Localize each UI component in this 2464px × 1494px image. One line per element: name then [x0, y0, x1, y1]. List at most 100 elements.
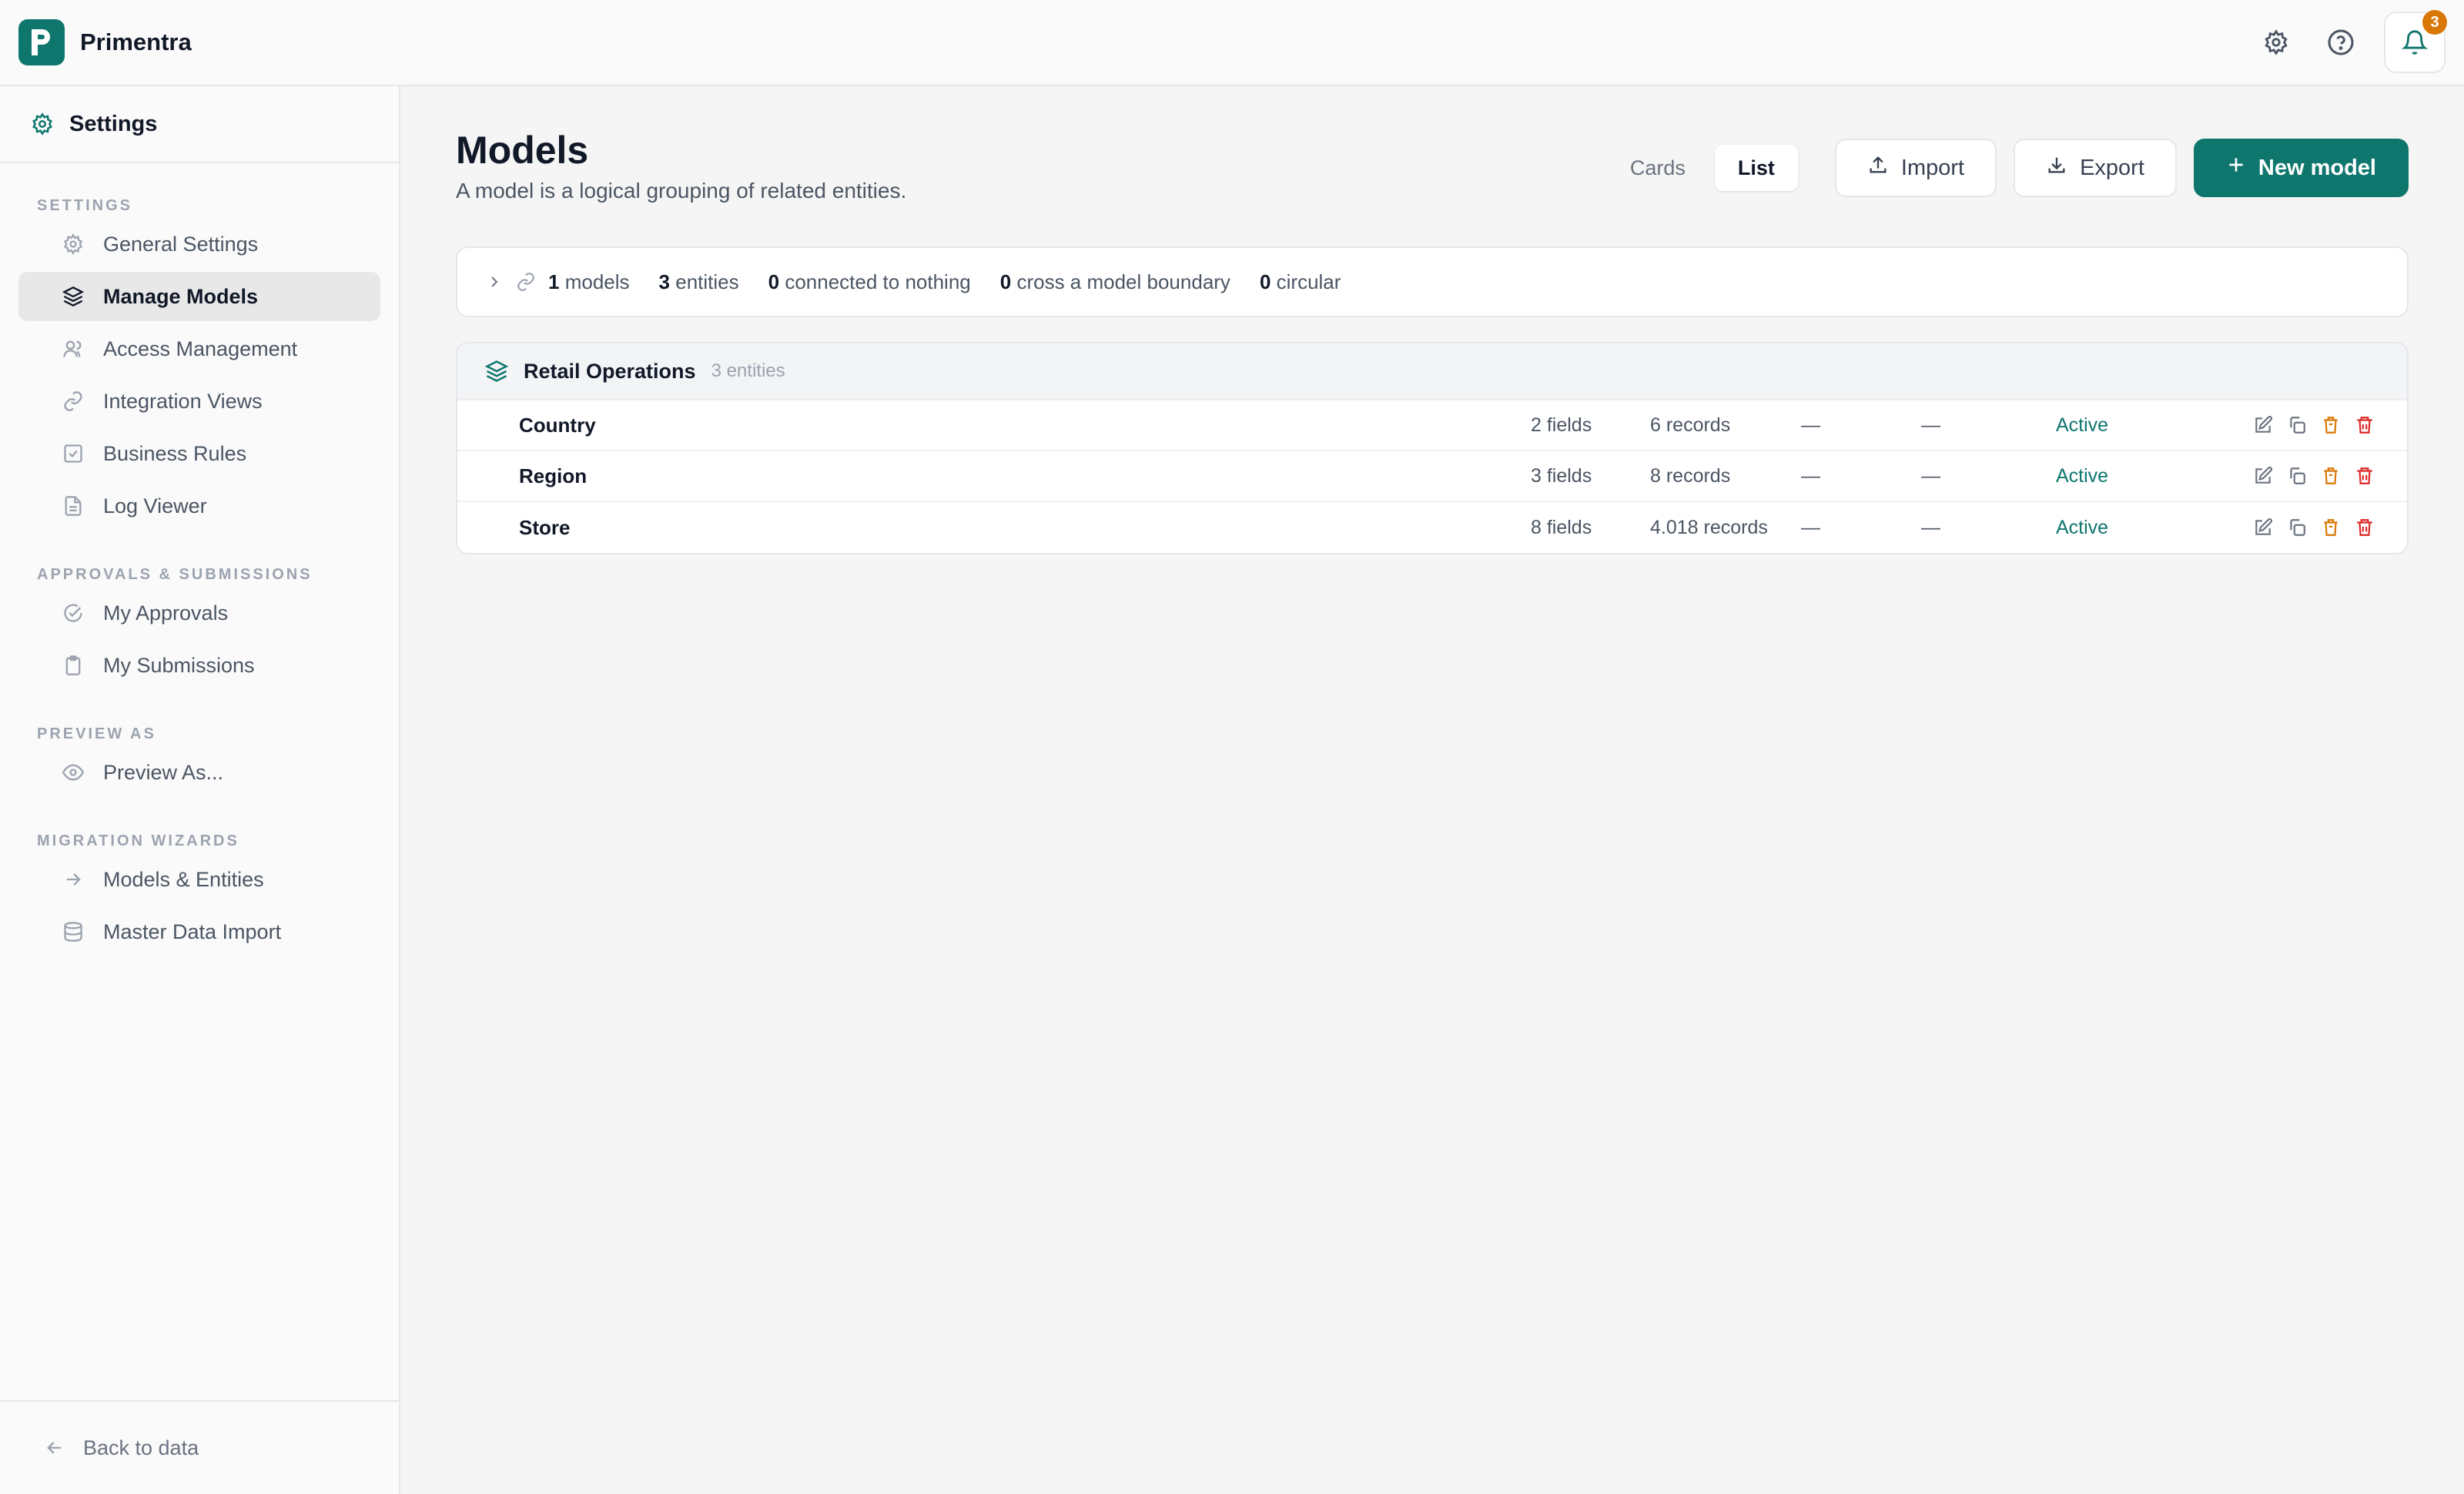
sidebar-item-my-submissions[interactable]: My Submissions — [18, 641, 380, 690]
import-button[interactable]: Import — [1834, 139, 1997, 197]
view-cards-button[interactable]: Cards — [1607, 145, 1709, 191]
entity-column-3: — — [1801, 516, 1820, 538]
checkbox-icon — [62, 442, 85, 465]
archive-icon[interactable] — [2319, 516, 2342, 539]
stat-label: connected to nothing — [785, 270, 971, 293]
entity-column-4: — — [1921, 464, 1940, 487]
entity-column-3: — — [1801, 414, 1820, 436]
stat-label: cross a model boundary — [1016, 270, 1230, 293]
settings-gear-icon[interactable] — [2255, 21, 2298, 64]
eye-icon — [62, 761, 85, 784]
edit-icon[interactable] — [2251, 414, 2275, 437]
file-icon — [62, 494, 85, 518]
row-actions — [2251, 464, 2376, 487]
table-row[interactable]: Region 3 fields 8 records — — Active — [457, 451, 2407, 502]
delete-icon[interactable] — [2353, 516, 2376, 539]
copy-icon[interactable] — [2285, 414, 2308, 437]
sidebar-item-label: General Settings — [103, 232, 259, 256]
sidebar-item-log-viewer[interactable]: Log Viewer — [18, 481, 380, 531]
stat-cross-boundary: 0 cross a model boundary — [1000, 270, 1230, 294]
sidebar-item-label: Integration Views — [103, 389, 263, 413]
model-group-entity-count: 3 entities — [711, 360, 785, 381]
sidebar-item-label: Access Management — [103, 337, 298, 360]
page-title: Models — [456, 129, 589, 172]
entity-name: Region — [519, 464, 588, 487]
row-actions — [2251, 516, 2376, 539]
sidebar: Settings SETTINGS General Settings Manag… — [0, 86, 400, 1494]
nav-section-label: APPROVALS & SUBMISSIONS — [37, 566, 313, 583]
sidebar-item-label: Log Viewer — [103, 494, 207, 518]
page-subtitle: A model is a logical grouping of related… — [456, 179, 907, 203]
back-to-data-label: Back to data — [83, 1435, 199, 1459]
new-model-button[interactable]: New model — [2193, 139, 2409, 197]
entity-records: 4.018 records — [1650, 516, 1768, 538]
layers-icon — [485, 360, 508, 383]
sidebar-item-preview-as[interactable]: Preview As... — [18, 748, 380, 797]
notifications-button[interactable]: 3 — [2384, 10, 2447, 73]
sidebar-item-general-settings[interactable]: General Settings — [18, 219, 380, 269]
stat-value: 0 — [1259, 270, 1271, 293]
top-bar: Primentra 3 — [0, 0, 2464, 86]
chevron-right-icon[interactable] — [485, 273, 504, 291]
stats-bar[interactable]: 1 models 3 entities 0 connected to nothi… — [456, 246, 2409, 317]
page-header: Models A model is a logical grouping of … — [456, 86, 2409, 246]
model-group-name: Retail Operations — [524, 359, 696, 383]
stat-value: 0 — [999, 270, 1012, 293]
archive-icon[interactable] — [2319, 414, 2342, 437]
sidebar-item-my-approvals[interactable]: My Approvals — [18, 588, 380, 638]
sidebar-item-business-rules[interactable]: Business Rules — [18, 429, 380, 478]
sidebar-item-master-data-import[interactable]: Master Data Import — [18, 907, 380, 956]
copy-icon[interactable] — [2285, 464, 2308, 487]
arrow-right-icon — [62, 868, 85, 891]
stat-models: 1 models — [548, 270, 630, 294]
entity-fields: 8 fields — [1531, 516, 1592, 538]
delete-icon[interactable] — [2353, 464, 2376, 487]
back-to-data-link[interactable]: Back to data — [0, 1400, 399, 1494]
edit-icon[interactable] — [2251, 516, 2275, 539]
download-icon — [2046, 154, 2067, 182]
export-button[interactable]: Export — [2014, 139, 2177, 197]
sidebar-item-label: Business Rules — [103, 441, 247, 465]
notification-count-badge: 3 — [2422, 10, 2447, 35]
sidebar-item-manage-models[interactable]: Manage Models — [18, 272, 380, 321]
layers-icon — [62, 285, 85, 308]
table-row[interactable]: Store 8 fields 4.018 records — — Active — [457, 502, 2407, 553]
sidebar-item-models-entities[interactable]: Models & Entities — [18, 855, 380, 904]
plus-icon — [2226, 155, 2246, 181]
view-list-button[interactable]: List — [1714, 145, 1798, 191]
stat-value: 0 — [768, 270, 780, 293]
entity-name: Store — [519, 515, 571, 539]
status-badge: Active — [2056, 464, 2109, 487]
table-row[interactable]: Country 2 fields 6 records — — Active — [457, 400, 2407, 451]
model-group-header[interactable]: Retail Operations 3 entities — [457, 343, 2407, 400]
stat-label: entities — [675, 270, 739, 293]
users-icon — [62, 337, 85, 360]
stat-label: circular — [1276, 270, 1341, 293]
sidebar-item-integration-views[interactable]: Integration Views — [18, 377, 380, 426]
delete-icon[interactable] — [2353, 414, 2376, 437]
stat-entities: 3 entities — [659, 270, 739, 294]
entity-column-3: — — [1801, 464, 1820, 487]
main-content: Models A model is a logical grouping of … — [456, 86, 2409, 554]
gear-icon — [62, 233, 85, 256]
link-icon — [516, 272, 536, 292]
sidebar-item-label: Models & Entities — [103, 867, 264, 891]
top-actions: 3 — [2255, 10, 2447, 73]
link-icon — [62, 390, 85, 413]
arrow-left-icon — [43, 1436, 66, 1459]
edit-icon[interactable] — [2251, 464, 2275, 487]
stat-label: models — [564, 270, 630, 293]
help-icon[interactable] — [2319, 21, 2362, 64]
entity-column-4: — — [1921, 414, 1940, 436]
brand[interactable]: Primentra — [18, 19, 192, 65]
sidebar-item-access-management[interactable]: Access Management — [18, 324, 380, 374]
archive-icon[interactable] — [2319, 464, 2342, 487]
sidebar-item-label: My Submissions — [103, 653, 255, 677]
entity-name: Country — [519, 413, 596, 437]
model-group-card: Retail Operations 3 entities Country 2 f… — [456, 342, 2409, 554]
status-badge: Active — [2056, 516, 2109, 538]
export-label: Export — [2080, 155, 2144, 180]
upload-icon — [1867, 154, 1889, 182]
copy-icon[interactable] — [2285, 516, 2308, 539]
app-logo — [18, 19, 65, 65]
